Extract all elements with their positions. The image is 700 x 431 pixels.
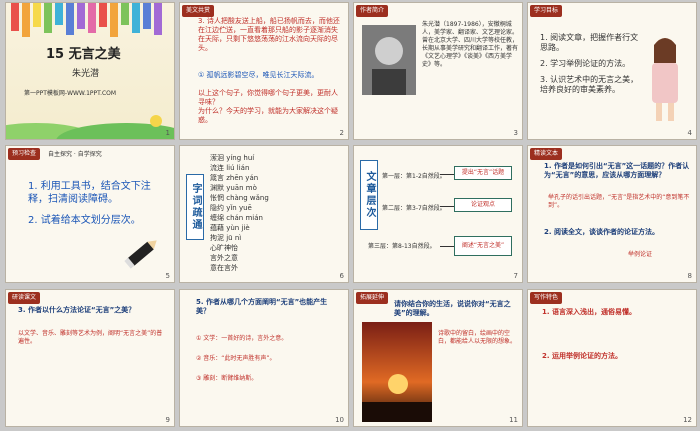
slide-title: 15 无言之美 xyxy=(46,47,121,62)
question-text: 1. 作者是如何引出“无言”这一话题的？作者认为“无言”的意思，应该从哪方面理解… xyxy=(544,162,690,179)
slide-paragraph: 以上这个句子，你觉得哪个句子更美，更耐人寻味？ xyxy=(198,89,338,106)
layer-item: 第二层：第3-7自然段。 xyxy=(382,205,446,212)
slide-number: 1 xyxy=(165,129,170,137)
author-bio: 朱光潜（1897-1986），安徽桐城人，美学家、翻译家、文艺理论家。曾在北京大… xyxy=(422,21,519,68)
slide-3[interactable]: 作者简介 朱光潜（1897-1986），安徽桐城人，美学家、翻译家、文艺理论家。… xyxy=(353,2,523,140)
slide-paragraph: 3. 诗人把酸友送上船，船已扬帆而去，而他还在江边伫送，一直看着那只船的影子逐渐… xyxy=(198,17,340,52)
slide-1[interactable]: 15 无言之美 朱光潜 第一PPT模板网-WWW.1PPT.COM 1 xyxy=(5,2,175,140)
slide-tag: 研读课文 xyxy=(8,292,41,304)
slide-paragraph: ① 孤帆远影碧空尽，唯见长江天际流。 xyxy=(198,71,319,79)
feature-item: 2. 运用举例论证的方法。 xyxy=(542,352,622,360)
slide-tag: 预习检查 xyxy=(8,148,41,160)
vocab-word: 心旷神怡 xyxy=(210,244,238,252)
slide-9[interactable]: 研读课文 3. 作者以什么方法论证“无言”之美？ 以文学、音乐、雕刻等艺术为例，… xyxy=(5,289,175,427)
answer-text: 举例论证 xyxy=(628,251,653,258)
structure-connector xyxy=(440,174,454,175)
slide-number: 7 xyxy=(513,272,518,280)
girl-illustration-icon xyxy=(652,38,678,121)
goal-item: 2. 学习举例论证的方法。 xyxy=(540,59,631,68)
structure-connector xyxy=(440,246,454,247)
vocab-word: 怅惘 chàng wǎng xyxy=(210,194,269,202)
slide-footer: 第一PPT模板网-WWW.1PPT.COM xyxy=(24,90,117,97)
slide-7[interactable]: 文章层次 第一层：第1-2自然段。 第二层：第3-7自然段。 第三层：第8-13… xyxy=(353,145,523,283)
slide-number: 6 xyxy=(339,272,344,280)
slide-number: 3 xyxy=(513,129,518,137)
sunset-image-icon xyxy=(362,322,432,422)
answer-text: ② 音乐：“此时无声胜有声”。 xyxy=(196,355,276,362)
structure-box: 阐述“无言之美” xyxy=(454,236,512,256)
slide-tag: 作者简介 xyxy=(356,5,389,17)
preview-item: 1. 利用工具书，结合文下注释，扫清阅读障碍。 xyxy=(28,181,151,205)
answer-text: ③ 雕刻：断臂维纳斯。 xyxy=(196,375,258,382)
answer-text: 以文学、音乐、雕刻等艺术为例，阐明“无言之美”的普遍性。 xyxy=(18,330,163,345)
slide-subtag: 自主探究 · 自学探究 xyxy=(48,151,102,158)
slide-number: 12 xyxy=(683,416,692,424)
slide-number: 8 xyxy=(687,272,692,280)
slide-5[interactable]: 预习检查 自主探究 · 自学探究 1. 利用工具书，结合文下注释，扫清阅读障碍。… xyxy=(5,145,175,283)
question-text: 请你结合你的生活，说说你对“无言之美”的理解。 xyxy=(394,300,511,317)
slide-number: 9 xyxy=(165,416,170,424)
slide-12[interactable]: 写作特色 1. 语言深入浅出，通俗易懂。 2. 运用举例论证的方法。 12 xyxy=(527,289,697,427)
question-text: 3. 作者以什么方法论证“无言”之美？ xyxy=(18,306,136,314)
goal-item: 1. 阅读文章，把握作者行文思路。 xyxy=(540,33,639,52)
slide-4[interactable]: 学习目标 1. 阅读文章，把握作者行文思路。 2. 学习举例论证的方法。 3. … xyxy=(527,2,697,140)
answer-text: 诗歌中的留白，绘画中的空白，都能给人以无限的想象。 xyxy=(438,330,517,345)
slide-tag: 美文共赏 xyxy=(182,5,215,17)
slide-number: 11 xyxy=(509,416,518,424)
author-portrait-icon xyxy=(362,25,416,95)
structure-box: 论证观点 xyxy=(454,198,512,212)
slide-6[interactable]: 字词疏通 潆洄 yíng huí 流连 liú lián 箴言 zhēn yán… xyxy=(179,145,349,283)
structure-side-label: 文章层次 xyxy=(360,160,378,230)
slide-number: 2 xyxy=(339,129,344,137)
slide-paragraph: 为什么？今天的学习，就能为大家解决这个疑惑。 xyxy=(198,107,338,124)
slide-tag: 精读文本 xyxy=(530,148,563,160)
slide-tag: 学习目标 xyxy=(530,5,563,17)
goal-item: 3. 认识艺术中的无言之美，培养良好的审美素养。 xyxy=(540,75,639,94)
answer-text: ① 文学：一首好的诗，言外之意。 xyxy=(196,335,288,342)
vocab-word: 拘泥 jū nì xyxy=(210,234,242,242)
question-text: 2. 阅读全文，谈谈作者的论证方法。 xyxy=(544,228,659,236)
slide-number: 4 xyxy=(687,129,692,137)
vocab-side-label: 字词疏通 xyxy=(186,174,204,240)
answer-text: 举孔子的话引出话题，“无言”是指艺术中的“意到笔不到”。 xyxy=(548,194,690,209)
vocab-word: 言外之意 xyxy=(210,254,238,262)
vocab-word: 流连 liú lián xyxy=(210,164,250,172)
structure-box: 提出“无言”话题 xyxy=(454,166,512,180)
slide-11[interactable]: 拓展延伸 请你结合你的生活，说说你对“无言之美”的理解。 诗歌中的留白，绘画中的… xyxy=(353,289,523,427)
hills-decoration-icon xyxy=(6,115,174,139)
preview-item: 2. 试着给本文划分层次。 xyxy=(28,215,141,226)
slide-number: 10 xyxy=(335,416,344,424)
slide-number: 5 xyxy=(165,272,170,280)
slide-8[interactable]: 精读文本 1. 作者是如何引出“无言”这一话题的？作者认为“无言”的意思，应该从… xyxy=(527,145,697,283)
pencil-decoration-icon xyxy=(11,3,162,37)
slide-2[interactable]: 美文共赏 3. 诗人把酸友送上船，船已扬帆而去，而他还在江边伫送，一直看着那只船… xyxy=(179,2,349,140)
question-text: 5. 作者从哪几个方面阐明“无言”也能产生美？ xyxy=(196,298,328,315)
slide-10[interactable]: 5. 作者从哪几个方面阐明“无言”也能产生美？ ① 文学：一首好的诗，言外之意。… xyxy=(179,289,349,427)
slide-author: 朱光潜 xyxy=(72,69,100,79)
layer-item: 第三层：第8-13自然段。 xyxy=(368,243,436,250)
feature-item: 1. 语言深入浅出，通俗易懂。 xyxy=(542,308,636,316)
slide-tag: 写作特色 xyxy=(530,292,563,304)
slide-tag: 拓展延伸 xyxy=(356,292,389,304)
layer-item: 第一层：第1-2自然段。 xyxy=(382,173,446,180)
vocab-word: 渊默 yuān mò xyxy=(210,184,257,192)
vocab-word: 缠绵 chán mián xyxy=(210,214,263,222)
vocab-word: 隐约 yǐn yuē xyxy=(210,204,252,212)
vocab-word: 意在言外 xyxy=(210,264,238,272)
pencil-icon xyxy=(124,240,157,269)
structure-connector xyxy=(440,206,454,207)
vocab-word: 蕴藉 yùn jiè xyxy=(210,224,250,232)
slide-grid: 15 无言之美 朱光潜 第一PPT模板网-WWW.1PPT.COM 1 美文共赏… xyxy=(0,0,700,431)
vocab-word: 箴言 zhēn yán xyxy=(210,174,259,182)
vocab-word: 潆洄 yíng huí xyxy=(210,154,255,162)
